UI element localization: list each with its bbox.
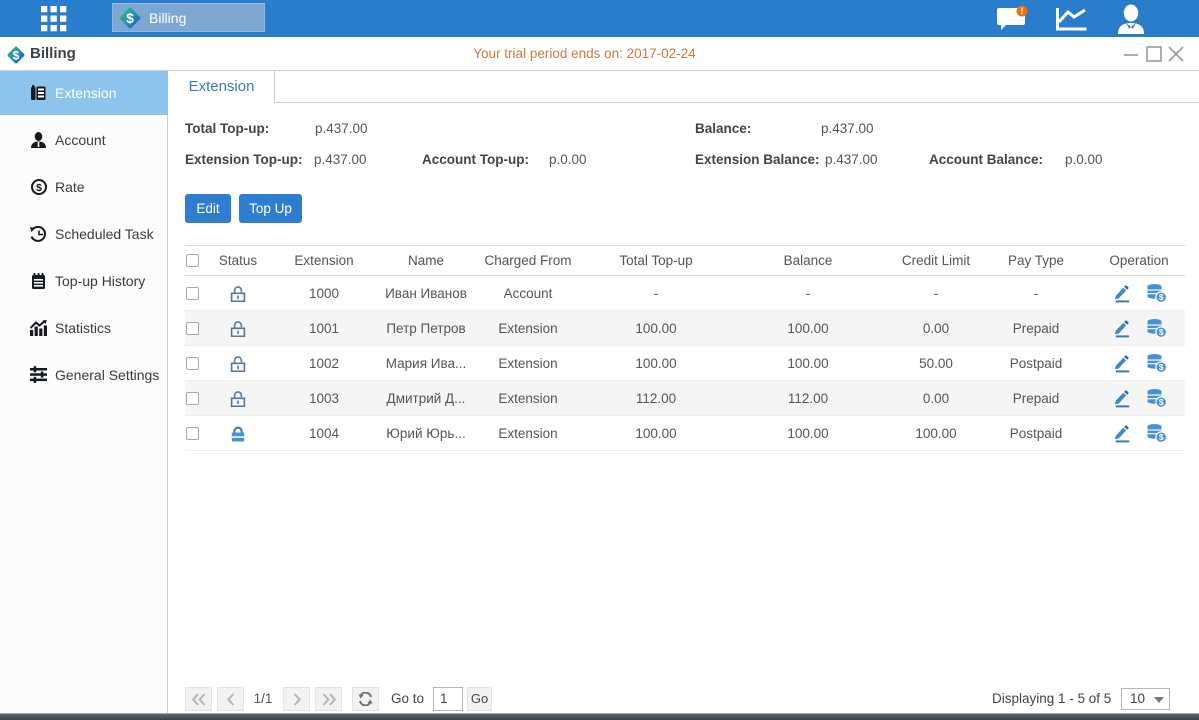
svg-text:$: $ [36, 182, 42, 194]
svg-text:$: $ [1159, 432, 1164, 442]
svg-text:$: $ [126, 10, 134, 26]
svg-text:$: $ [1159, 292, 1164, 302]
svg-text:!: ! [1021, 6, 1024, 16]
svg-text:$: $ [1159, 397, 1164, 407]
svg-text:$: $ [1159, 362, 1164, 372]
svg-text:$: $ [1159, 327, 1164, 337]
